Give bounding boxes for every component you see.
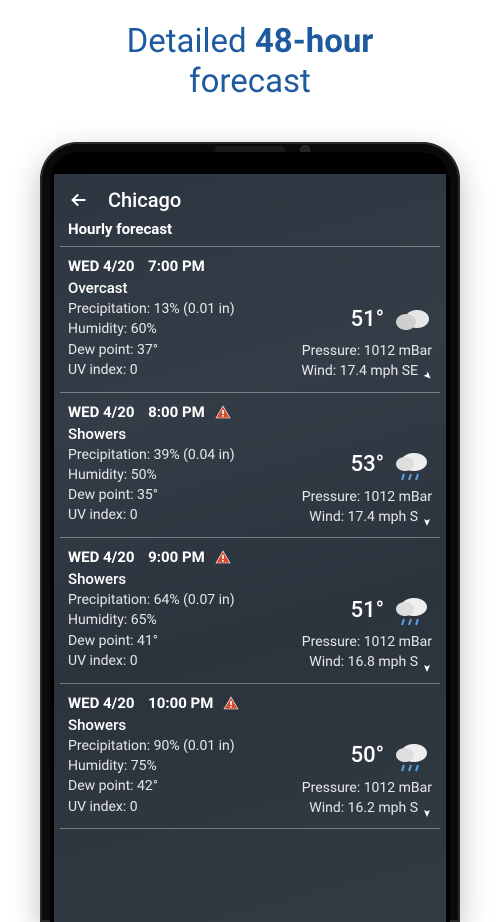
weather-icon [392,594,432,626]
details-right: Pressure: 1012 mBarWind: 17.4 mph SE [301,341,432,382]
phone-frame: Chicago Hourly forecast WED 4/20 7:00 PM… [40,142,460,922]
wind-direction-icon [422,366,432,376]
app-screen: Chicago Hourly forecast WED 4/20 7:00 PM… [54,174,446,922]
forecast-time: 10:00 PM [144,694,213,712]
city-title: Chicago [108,188,181,212]
forecast-row[interactable]: WED 4/20 10:00 PM Showers Precipitation: 9… [54,684,446,829]
details-left: Precipitation: 64% (0.07 in)Humidity: 65… [68,590,235,673]
forecast-time: 8:00 PM [144,403,204,421]
condition-label: Overcast [68,279,432,297]
details-left: Precipitation: 39% (0.04 in)Humidity: 50… [68,445,235,528]
details-left: Precipitation: 90% (0.01 in)Humidity: 75… [68,736,235,819]
forecast-row[interactable]: WED 4/20 7:00 PM Overcast Precipitation: 1… [54,247,446,392]
weather-icon [392,449,432,481]
details-right: Pressure: 1012 mBarWind: 17.4 mph S [302,487,432,528]
forecast-date: WED 4/20 [68,403,134,421]
forecast-time: 9:00 PM [144,548,204,566]
wind-direction-icon [422,803,432,813]
condition-label: Showers [68,425,432,443]
forecast-date: WED 4/20 [68,548,134,566]
promo-heading: Detailed 48-hour forecast [0,0,500,111]
back-icon[interactable] [68,189,90,211]
warning-icon [215,550,231,564]
details-right: Pressure: 1012 mBarWind: 16.2 mph S [302,778,432,819]
details-left: Precipitation: 13% (0.01 in)Humidity: 60… [68,299,235,382]
forecast-time: 7:00 PM [144,257,204,275]
weather-icon [392,303,432,335]
condition-label: Showers [68,570,432,588]
wind-direction-icon [422,658,432,668]
weather-icon [392,740,432,772]
warning-icon [215,405,231,419]
warning-icon [223,696,239,710]
forecast-date: WED 4/20 [68,257,134,275]
forecast-row[interactable]: WED 4/20 9:00 PM Showers Precipitation: 64… [54,538,446,683]
temperature: 51° [351,598,384,623]
details-right: Pressure: 1012 mBarWind: 16.8 mph S [302,632,432,673]
wind-direction-icon [422,512,432,522]
temperature: 50° [351,743,384,768]
divider [60,828,440,829]
temperature: 51° [351,307,384,332]
forecast-date: WED 4/20 [68,694,134,712]
forecast-row[interactable]: WED 4/20 8:00 PM Showers Precipitation: 39… [54,393,446,538]
section-title: Hourly forecast [54,220,446,246]
temperature: 53° [351,452,384,477]
condition-label: Showers [68,716,432,734]
